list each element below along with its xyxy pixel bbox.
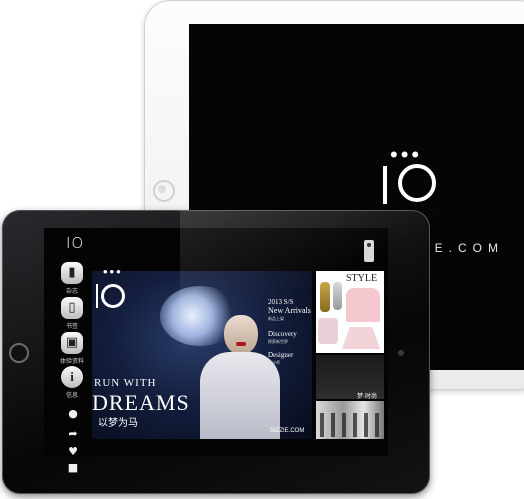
app-logo: IO <box>66 234 85 252</box>
season-text: 2013 S/S <box>268 298 294 306</box>
cover-logo-o <box>101 284 125 308</box>
discovery-cn: 探索新世界 <box>268 339 288 344</box>
hero-run-with: RUN WITH <box>94 377 157 389</box>
sidebar-button-bookmark[interactable]: ▯ 书签 <box>60 297 84 330</box>
new-arrivals-text: New Arrivals <box>268 306 311 315</box>
white-tablet-camera <box>158 185 166 193</box>
model-lips <box>236 342 246 346</box>
cover-logo-i <box>96 284 98 308</box>
share-icon[interactable]: ➦ <box>66 427 80 440</box>
sidebar-button-experience[interactable]: ▣ 体验资料 <box>60 332 84 365</box>
discovery-text: Discovery <box>268 330 297 338</box>
comment-icon[interactable]: ■ <box>66 461 80 474</box>
hero-site-text: SIZZIE.COM <box>270 428 305 434</box>
info-icon: i <box>70 369 74 384</box>
sidebar-button-magazine[interactable]: ▮ 杂志 <box>60 262 84 295</box>
sidebar-button-info[interactable]: i 信息 <box>60 366 84 399</box>
front-camera <box>398 350 404 356</box>
heart-icon[interactable]: ♥ <box>66 445 80 458</box>
sidebar-label: 杂志 <box>65 289 78 295</box>
magazine-icon: ▮ <box>68 265 76 280</box>
home-button[interactable] <box>9 343 29 363</box>
user-icon[interactable]: ● <box>66 407 80 420</box>
cover-logo-dots: ••• <box>103 264 123 279</box>
model-face <box>224 315 258 355</box>
new-arrivals-cn: 新品上架 <box>268 316 284 321</box>
jacket-image <box>346 288 380 322</box>
sidebar-label: 信息 <box>65 393 78 399</box>
experience-icon: ▣ <box>65 335 79 350</box>
hero-dreams: DREAMS <box>92 390 190 415</box>
designer-cn: 设计师 <box>268 360 280 365</box>
necklace-image <box>333 282 342 310</box>
blouse-image <box>318 318 338 344</box>
necklace-image <box>320 282 330 312</box>
style-title: STYLE <box>346 273 378 284</box>
bookmark-icon: ▯ <box>68 300 76 315</box>
hero-tagline-cn: 以梦为马 <box>98 418 138 429</box>
designer-text: Designer <box>268 351 294 359</box>
tag-icon[interactable] <box>364 240 374 262</box>
sidebar-label: 书签 <box>65 324 78 330</box>
io-logo-large: ••• <box>383 144 463 206</box>
people-silhouettes <box>320 413 380 437</box>
sidebar-label: 体验资料 <box>60 359 85 365</box>
dark-panel-label: 梦·时尚 <box>357 394 377 400</box>
